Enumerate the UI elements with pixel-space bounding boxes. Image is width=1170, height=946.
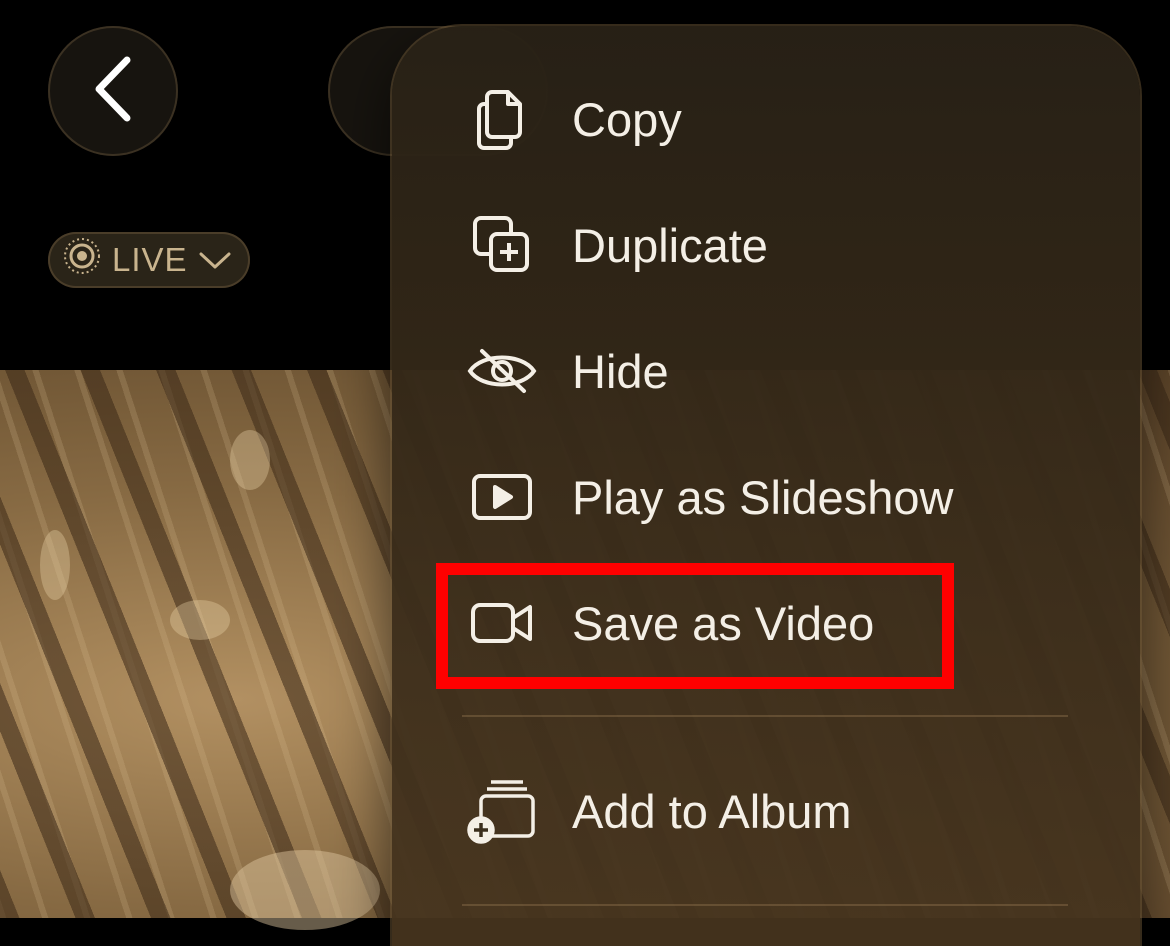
photo-highlight [230, 430, 270, 490]
menu-divider [462, 904, 1068, 906]
context-menu: Copy Duplicate Hide Play as Slideshow Sa… [392, 26, 1140, 946]
menu-item-label: Duplicate [572, 218, 768, 272]
chevron-left-icon [91, 54, 135, 129]
live-photo-icon [62, 236, 102, 284]
menu-divider [462, 715, 1068, 717]
menu-item-duplicate[interactable]: Duplicate [392, 185, 1140, 305]
menu-item-label: Add to Album [572, 784, 852, 838]
menu-item-add-to-album[interactable]: Add to Album [392, 751, 1140, 871]
photo-highlight [170, 600, 230, 640]
highlight-annotation [436, 563, 954, 689]
menu-item-label: Hide [572, 344, 669, 398]
add-to-album-icon [462, 771, 542, 851]
menu-item-copy[interactable]: Copy [392, 59, 1140, 179]
live-photo-button[interactable]: LIVE [48, 232, 250, 288]
play-rectangle-icon [462, 457, 542, 537]
menu-item-label: Copy [572, 92, 682, 146]
back-button[interactable] [48, 26, 178, 156]
chevron-down-icon [198, 241, 232, 279]
menu-item-hide[interactable]: Hide [392, 311, 1140, 431]
menu-item-label: Play as Slideshow [572, 470, 954, 524]
duplicate-icon [462, 205, 542, 285]
copy-icon [462, 79, 542, 159]
menu-item-play-slideshow[interactable]: Play as Slideshow [392, 437, 1140, 557]
live-label: LIVE [112, 241, 188, 278]
photo-highlight [40, 530, 70, 600]
photo-highlight [230, 850, 380, 930]
eye-slash-icon [462, 331, 542, 411]
